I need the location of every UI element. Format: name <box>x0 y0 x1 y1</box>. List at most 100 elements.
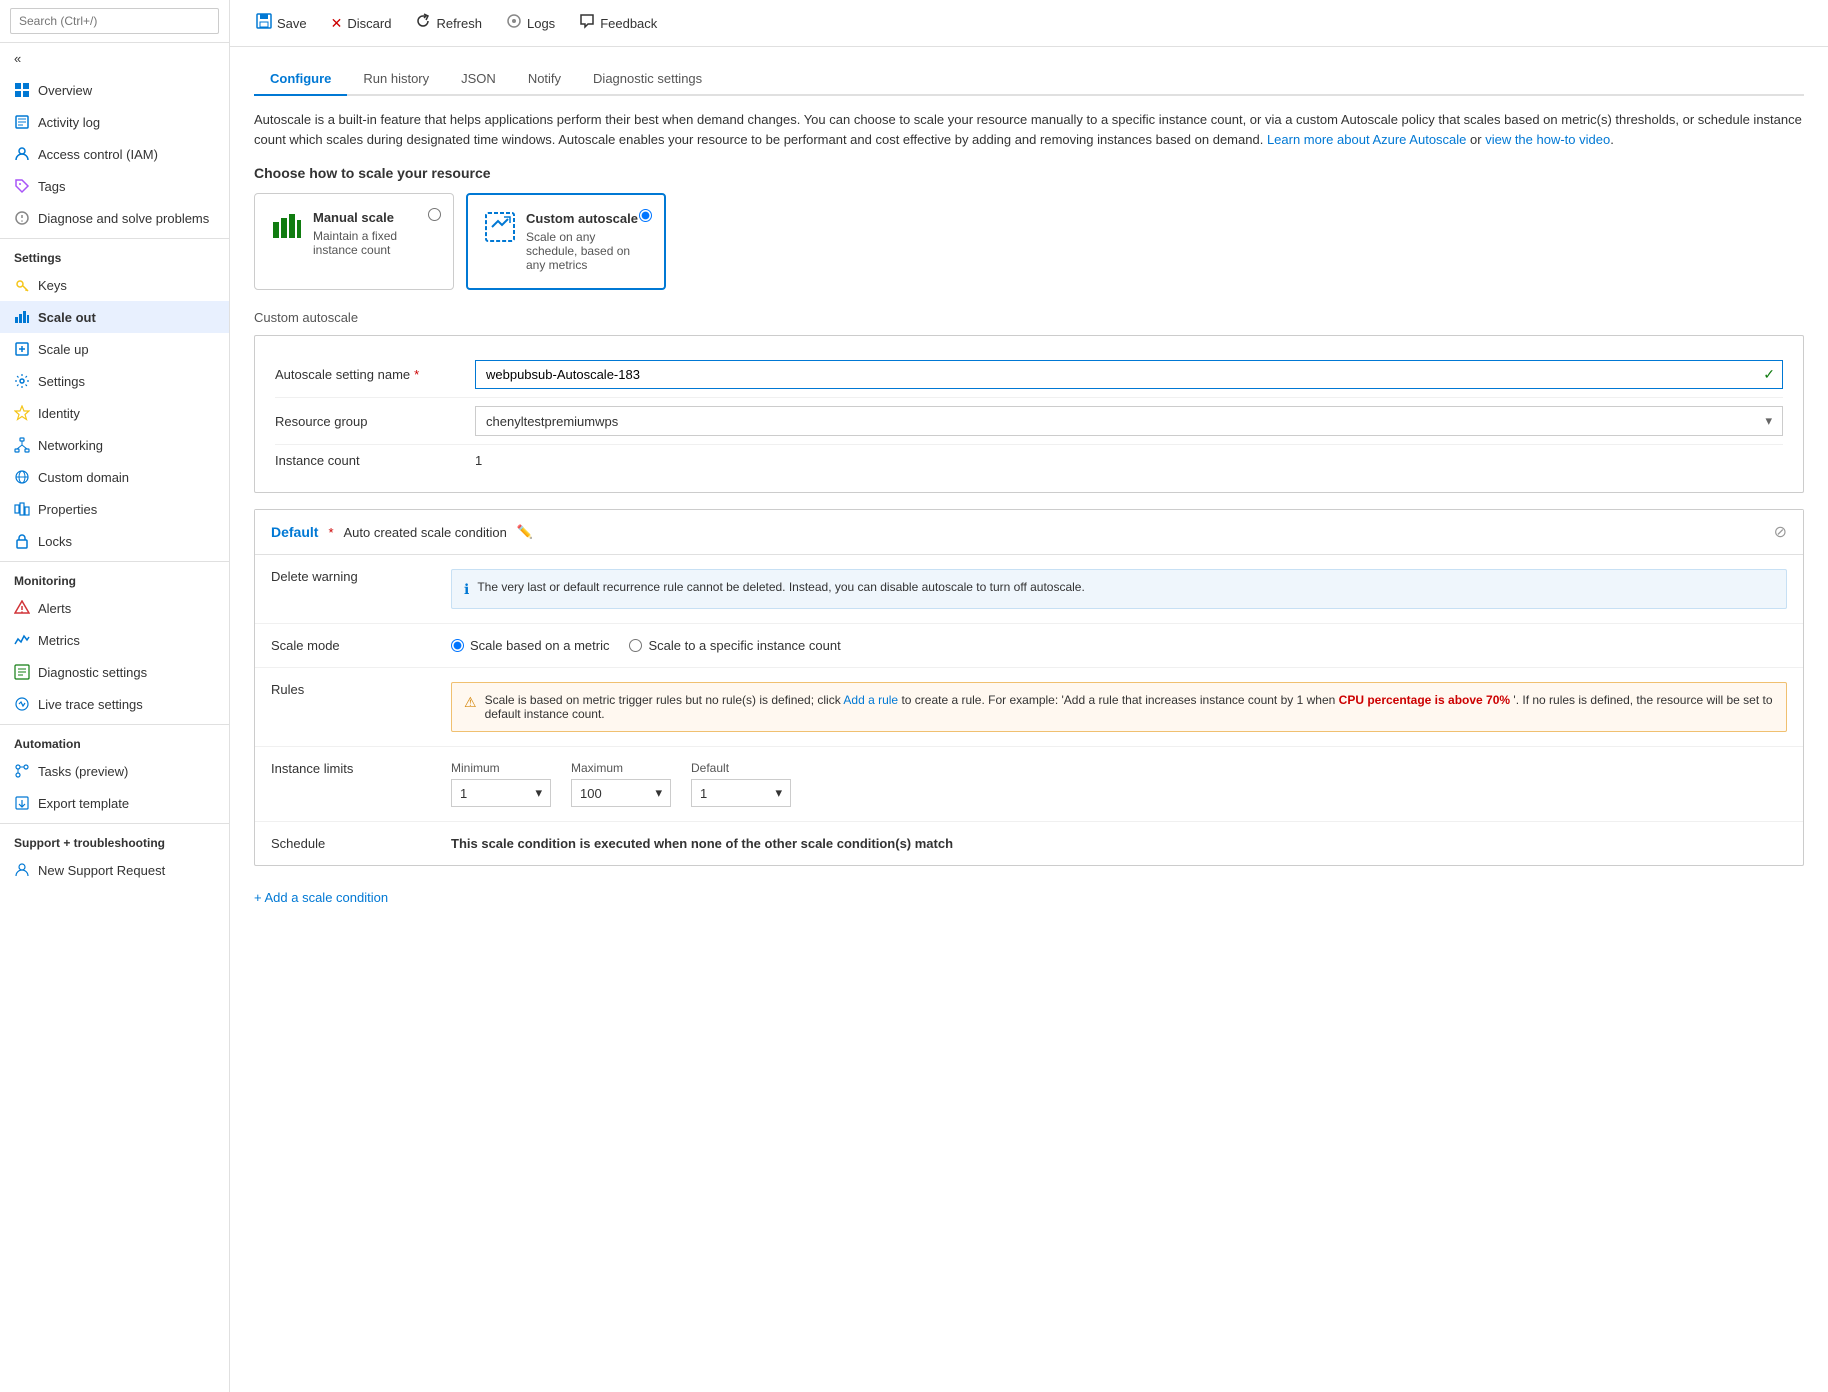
export-icon <box>14 795 30 811</box>
sidebar-item-access-control[interactable]: Access control (IAM) <box>0 138 229 170</box>
manual-scale-desc: Maintain a fixed instance count <box>313 229 437 257</box>
sidebar-item-label: Export template <box>38 796 129 811</box>
sidebar-item-metrics[interactable]: Metrics <box>0 624 229 656</box>
save-label: Save <box>277 16 307 31</box>
tab-notify[interactable]: Notify <box>512 63 577 96</box>
sidebar-item-scale-up[interactable]: Scale up <box>0 333 229 365</box>
add-rule-link[interactable]: Add a rule <box>843 693 898 707</box>
sidebar-item-activity-log[interactable]: Activity log <box>0 106 229 138</box>
resource-group-select[interactable]: chenyltestpremiumwps ▾ <box>475 406 1783 436</box>
scale-count-option[interactable]: Scale to a specific instance count <box>629 638 840 653</box>
save-icon <box>256 13 272 33</box>
sidebar-item-label: Custom domain <box>38 470 129 485</box>
scale-mode-content: Scale based on a metric Scale to a speci… <box>451 638 1787 653</box>
how-to-link[interactable]: view the how-to video <box>1485 132 1610 147</box>
sidebar-item-label: Scale out <box>38 310 96 325</box>
custom-domain-icon <box>14 469 30 485</box>
monitoring-section-label: Monitoring <box>0 561 229 592</box>
refresh-button[interactable]: Refresh <box>405 8 492 38</box>
minimum-label: Minimum <box>451 761 551 775</box>
instance-limits-content: Minimum 1 ▾ Maximum 100 ▾ <box>451 761 1787 807</box>
overview-icon <box>14 82 30 98</box>
instance-limits-label: Instance limits <box>271 761 451 776</box>
sidebar-item-live-trace[interactable]: Live trace settings <box>0 688 229 720</box>
tab-diagnostic-settings[interactable]: Diagnostic settings <box>577 63 718 96</box>
instance-count-control: 1 <box>475 453 1783 468</box>
sidebar-item-overview[interactable]: Overview <box>0 74 229 106</box>
name-label: Autoscale setting name * <box>275 367 475 382</box>
save-button[interactable]: Save <box>246 8 317 38</box>
page-content: Configure Run history JSON Notify Diagno… <box>230 47 1828 1392</box>
learn-more-link[interactable]: Learn more about Azure Autoscale <box>1267 132 1466 147</box>
tab-run-history[interactable]: Run history <box>347 63 445 96</box>
sidebar-item-tags[interactable]: Tags <box>0 170 229 202</box>
maximum-value: 100 <box>580 786 602 801</box>
resource-group-label: Resource group <box>275 414 475 429</box>
custom-autoscale-radio[interactable] <box>639 209 652 222</box>
sidebar-item-diagnose[interactable]: Diagnose and solve problems <box>0 202 229 234</box>
custom-autoscale-icon <box>484 211 516 246</box>
add-scale-condition-btn[interactable]: + Add a scale condition <box>254 882 1804 913</box>
minimum-group: Minimum 1 ▾ <box>451 761 551 807</box>
condition-disable-icon[interactable]: ⊘ <box>1774 524 1787 541</box>
search-input[interactable] <box>10 8 219 34</box>
scale-count-radio[interactable] <box>629 639 642 652</box>
rules-content: ⚠ Scale is based on metric trigger rules… <box>451 682 1787 732</box>
discard-button[interactable]: ✕ Discard <box>321 10 402 37</box>
main-content: Save ✕ Discard Refresh Logs Feedback <box>230 0 1828 1392</box>
sidebar-item-locks[interactable]: Locks <box>0 525 229 557</box>
resource-group-value: chenyltestpremiumwps <box>486 414 618 429</box>
sidebar-item-alerts[interactable]: Alerts <box>0 592 229 624</box>
sidebar-item-label: Properties <box>38 502 97 517</box>
schedule-row: Schedule This scale condition is execute… <box>255 822 1803 865</box>
logs-icon <box>506 13 522 33</box>
scale-mode-label: Scale mode <box>271 638 451 653</box>
sidebar-item-networking[interactable]: Networking <box>0 429 229 461</box>
manual-scale-title: Manual scale <box>313 210 437 225</box>
feedback-button[interactable]: Feedback <box>569 8 667 38</box>
minimum-select[interactable]: 1 ▾ <box>451 779 551 807</box>
alerts-icon <box>14 600 30 616</box>
maximum-chevron: ▾ <box>655 785 662 801</box>
delete-warning-label: Delete warning <box>271 569 451 584</box>
tab-configure[interactable]: Configure <box>254 63 347 96</box>
delete-warning-text: The very last or default recurrence rule… <box>477 580 1084 594</box>
tab-json[interactable]: JSON <box>445 63 512 96</box>
sidebar-item-settings[interactable]: Settings <box>0 365 229 397</box>
logs-button[interactable]: Logs <box>496 8 565 38</box>
schedule-content: This scale condition is executed when no… <box>451 836 1787 851</box>
autoscale-name-input[interactable] <box>475 360 1783 389</box>
sidebar-item-identity[interactable]: Identity <box>0 397 229 429</box>
support-section-label: Support + troubleshooting <box>0 823 229 854</box>
feedback-label: Feedback <box>600 16 657 31</box>
sidebar-item-diagnostic-settings[interactable]: Diagnostic settings <box>0 656 229 688</box>
name-valid-checkmark: ✓ <box>1763 366 1775 383</box>
custom-autoscale-card[interactable]: Custom autoscale Scale on any schedule, … <box>466 193 666 290</box>
condition-body: Delete warning ℹ The very last or defaul… <box>255 555 1803 865</box>
sidebar-item-export-template[interactable]: Export template <box>0 787 229 819</box>
maximum-select[interactable]: 100 ▾ <box>571 779 671 807</box>
manual-scale-radio[interactable] <box>428 208 441 221</box>
sidebar-item-properties[interactable]: Properties <box>0 493 229 525</box>
custom-autoscale-content: Custom autoscale Scale on any schedule, … <box>526 211 648 272</box>
sidebar-item-custom-domain[interactable]: Custom domain <box>0 461 229 493</box>
scale-metric-radio[interactable] <box>451 639 464 652</box>
tabs: Configure Run history JSON Notify Diagno… <box>254 63 1804 96</box>
discard-icon: ✕ <box>331 15 343 32</box>
condition-edit-icon[interactable]: ✏️ <box>517 524 533 540</box>
sidebar-collapse-btn[interactable]: « <box>0 43 229 74</box>
period: . <box>1610 132 1614 147</box>
manual-scale-card[interactable]: Manual scale Maintain a fixed instance c… <box>254 193 454 290</box>
sidebar-item-new-support[interactable]: New Support Request <box>0 854 229 886</box>
sidebar-item-keys[interactable]: Keys <box>0 269 229 301</box>
sidebar-item-tasks-preview[interactable]: Tasks (preview) <box>0 755 229 787</box>
scale-metric-option[interactable]: Scale based on a metric <box>451 638 609 653</box>
networking-icon <box>14 437 30 453</box>
logs-label: Logs <box>527 16 555 31</box>
sidebar-item-label: Tags <box>38 179 65 194</box>
keys-icon <box>14 277 30 293</box>
refresh-icon <box>415 13 431 33</box>
custom-autoscale-label: Custom autoscale <box>254 310 1804 325</box>
default-select[interactable]: 1 ▾ <box>691 779 791 807</box>
sidebar-item-scale-out[interactable]: Scale out <box>0 301 229 333</box>
